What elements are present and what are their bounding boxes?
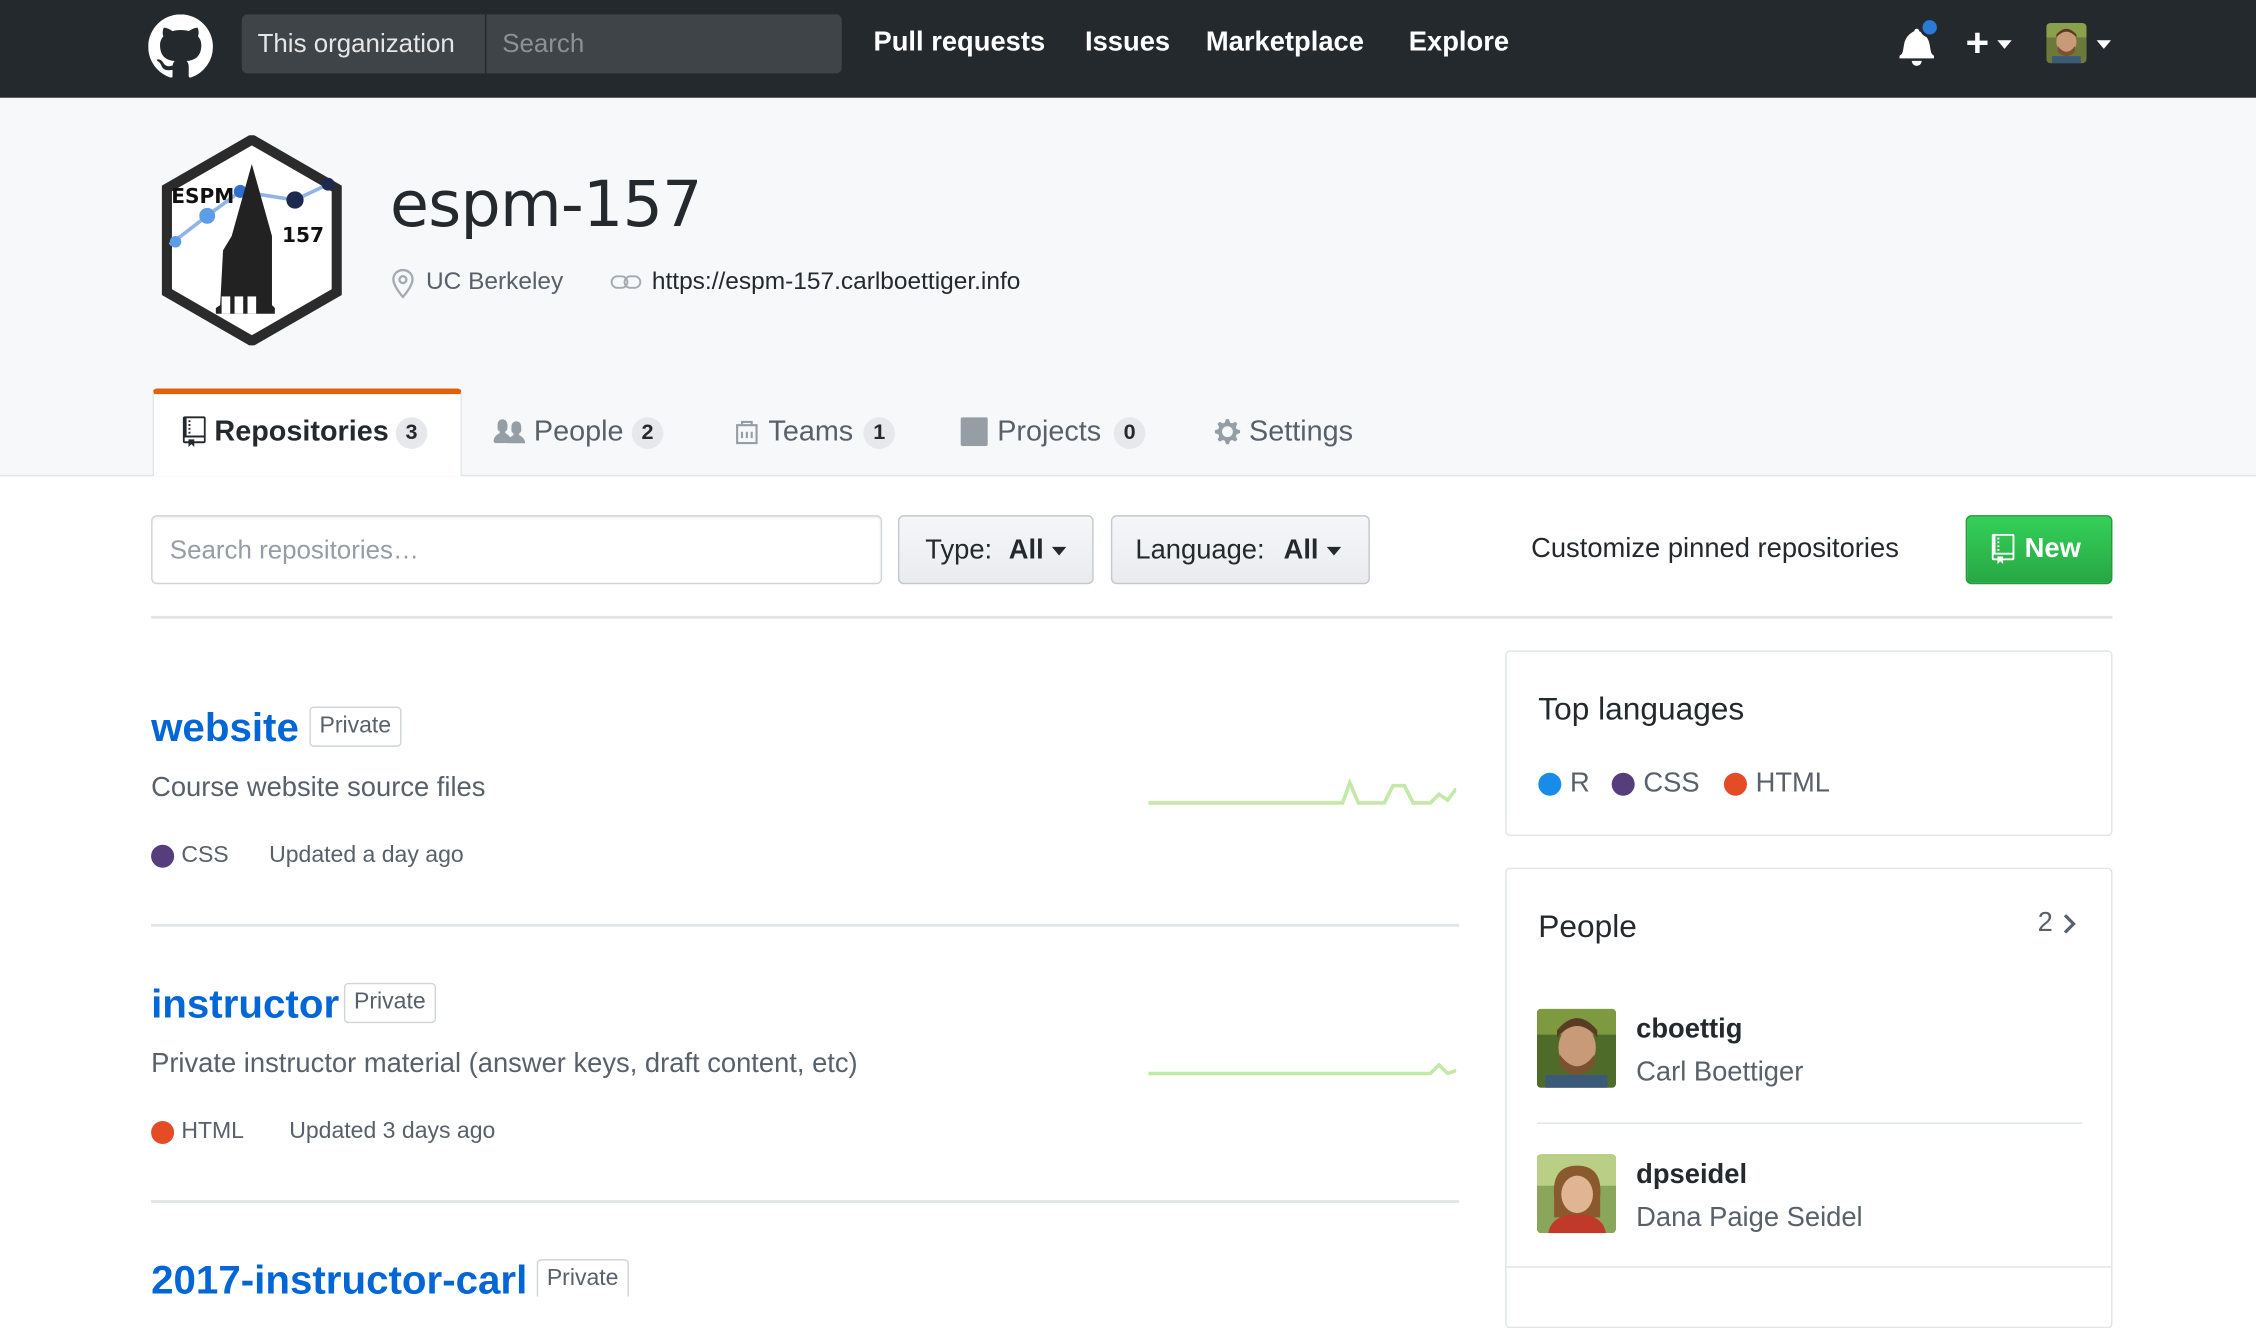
link-icon: [610, 275, 642, 289]
teams-icon: [736, 420, 758, 445]
top-header: This organization Search Pull requests I…: [0, 0, 2256, 98]
person-login[interactable]: cboettig: [1636, 1014, 1742, 1046]
tab-repositories-label: Repositories: [214, 415, 389, 448]
repo-list-item: 2017-instructor-carl Private: [151, 1255, 1459, 1297]
people-box: People 2 cboettig Carl Boettiger dpseide…: [1505, 867, 2113, 1328]
language-color-dot: [151, 844, 175, 868]
private-badge: Private: [343, 982, 436, 1024]
private-badge: Private: [309, 706, 402, 747]
search-input[interactable]: Search: [488, 14, 842, 73]
divider: [1506, 1266, 2112, 1268]
language-item[interactable]: HTML: [1756, 768, 1830, 800]
nav-marketplace[interactable]: Marketplace: [1206, 27, 1364, 59]
language-color-dot: [151, 1120, 175, 1145]
divider: [151, 923, 1460, 927]
tab-settings[interactable]: Settings: [1213, 389, 1371, 475]
avatar[interactable]: [1536, 1008, 1616, 1088]
avatar[interactable]: [1536, 1154, 1616, 1234]
tab-repositories[interactable]: Repositories 3: [152, 388, 462, 477]
repo-updated: Updated 3 days ago: [289, 1119, 496, 1145]
repo-name-link[interactable]: website: [151, 705, 299, 751]
create-new-plus-icon[interactable]: +: [1966, 20, 1990, 66]
search-scope-label[interactable]: This organization: [242, 14, 487, 74]
top-languages-title: Top languages: [1538, 690, 1745, 727]
type-filter-label: Type:: [925, 535, 993, 566]
repo-search-input[interactable]: Search repositories…: [151, 515, 883, 585]
person-name: Dana Paige Seidel: [1636, 1203, 1863, 1234]
org-logo-text-top: ESPM: [171, 184, 234, 208]
language-filter-value: All: [1283, 535, 1319, 566]
repo-name-link[interactable]: instructor: [151, 981, 339, 1027]
org-logo: ESPM 157: [161, 135, 342, 346]
type-filter-select[interactable]: Type: All: [897, 515, 1094, 585]
language-color-dot: [1538, 772, 1562, 796]
create-caret-icon[interactable]: [1997, 40, 2012, 49]
gear-icon: [1214, 419, 1241, 445]
unread-notification-dot: [1919, 17, 1940, 38]
repo-language: HTML: [181, 1119, 245, 1145]
language-item[interactable]: R: [1570, 768, 1590, 800]
repo-list-item: website Private Course website source fi…: [151, 702, 1459, 889]
divider: [1536, 1122, 2083, 1124]
global-search[interactable]: This organization Search: [241, 14, 842, 74]
type-filter-value: All: [1008, 535, 1044, 566]
repo-description: Private instructor material (answer keys…: [151, 1049, 858, 1080]
private-badge: Private: [536, 1259, 629, 1297]
tab-people[interactable]: People 2: [493, 389, 681, 475]
repo-list-item: instructor Private Private instructor ma…: [151, 979, 1459, 1166]
org-location: UC Berkeley: [425, 267, 564, 295]
language-filter-select[interactable]: Language: All: [1110, 515, 1370, 585]
activity-sparkline: [1148, 777, 1457, 805]
repo-description: Course website source files: [151, 772, 486, 803]
activity-sparkline: [1148, 1062, 1457, 1076]
repo-language: CSS: [181, 843, 229, 868]
language-filter-label: Language:: [1135, 535, 1265, 566]
user-avatar[interactable]: [2046, 23, 2087, 64]
tab-teams-count: 1: [863, 417, 896, 449]
location-pin-icon: [392, 268, 414, 299]
new-repo-button[interactable]: New: [1965, 515, 2113, 585]
tab-people-label: People: [533, 415, 624, 448]
tab-settings-label: Settings: [1249, 415, 1354, 448]
chevron-down-icon: [1326, 546, 1342, 556]
org-website-link[interactable]: https://espm-157.carlboettiger.info: [652, 268, 1021, 297]
chevron-right-icon[interactable]: [2062, 912, 2076, 935]
language-item[interactable]: CSS: [1643, 768, 1699, 800]
tab-teams[interactable]: Teams 1: [734, 389, 907, 475]
divider: [151, 1200, 1460, 1204]
customize-pinned-link[interactable]: Customize pinned repositories: [1531, 534, 1899, 566]
repo-updated: Updated a day ago: [269, 843, 464, 868]
language-color-dot: [1611, 772, 1635, 796]
divider: [151, 615, 2113, 619]
new-button-label: New: [2024, 533, 2081, 565]
top-languages-box: Top languages R CSS HTML: [1505, 650, 2113, 837]
nav-pull-requests[interactable]: Pull requests: [873, 27, 1045, 59]
tab-projects[interactable]: Projects 0: [960, 389, 1161, 475]
repo-name-link[interactable]: 2017-instructor-carl: [151, 1258, 527, 1297]
repo-search-placeholder: Search repositories…: [169, 535, 419, 565]
projects-icon: [960, 417, 988, 447]
nav-explore[interactable]: Explore: [1409, 27, 1509, 59]
people-title: People: [1538, 908, 1637, 944]
people-icon: [493, 419, 526, 444]
language-color-dot: [1723, 772, 1747, 796]
people-count-link[interactable]: 2: [2038, 908, 2053, 940]
chevron-down-icon: [1051, 546, 1067, 556]
person-login[interactable]: dpseidel: [1636, 1160, 1747, 1192]
person-name: Carl Boettiger: [1636, 1057, 1804, 1088]
repo-book-icon: [1991, 533, 2015, 565]
repo-book-icon: [182, 416, 206, 448]
tab-people-count: 2: [631, 417, 664, 449]
tab-projects-label: Projects: [997, 415, 1102, 448]
nav-issues[interactable]: Issues: [1085, 27, 1170, 59]
github-logo-icon[interactable]: [148, 14, 213, 79]
user-menu-caret-icon[interactable]: [2096, 40, 2112, 49]
tab-teams-label: Teams: [768, 415, 854, 448]
org-logo-text-num: 157: [282, 223, 324, 247]
org-name: espm-157: [389, 168, 702, 242]
tab-repositories-count: 3: [395, 417, 428, 449]
tab-projects-count: 0: [1113, 417, 1146, 449]
